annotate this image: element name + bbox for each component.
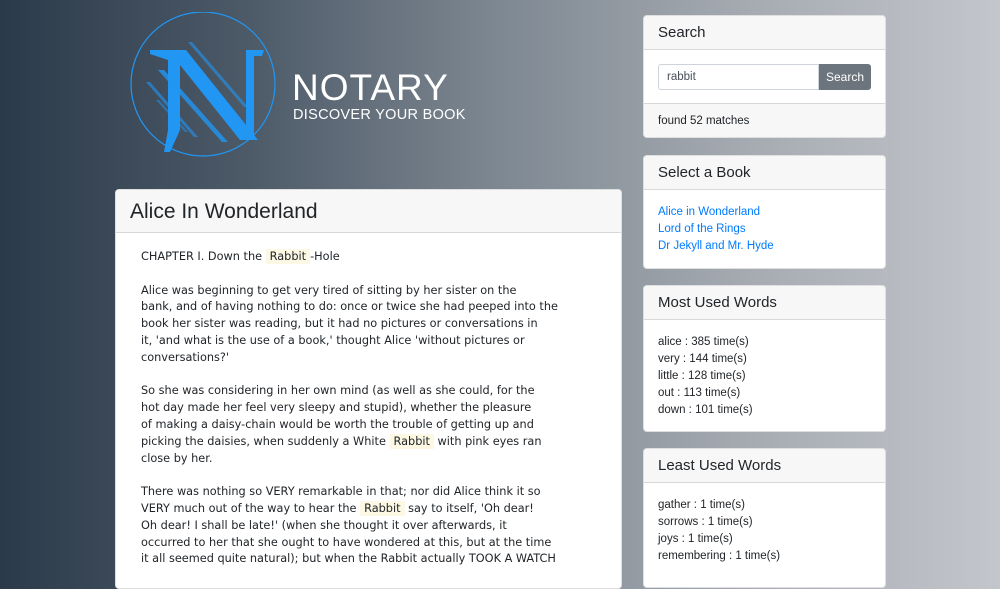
least-used-list: gather : 1 time(s) sorrows : 1 time(s) j… (644, 483, 885, 575)
book-text: CHAPTER I. Down the Rabbit -Hole Alice was… (116, 233, 621, 568)
word-item: little : 128 time(s) (658, 370, 746, 382)
word-item: out : 113 time(s) (658, 387, 741, 399)
search-header: Search (644, 16, 885, 50)
book-title: Alice In Wonderland (116, 190, 621, 233)
book-card: Alice In Wonderland CHAPTER I. Down the … (115, 189, 622, 589)
book-list: Alice in Wonderland Lord of the Rings Dr… (644, 190, 885, 265)
search-form: Search (644, 50, 885, 90)
word-item: gather : 1 time(s) (658, 499, 745, 511)
text-segment: -Hole (310, 250, 340, 263)
select-book-card: Select a Book Alice in Wonderland Lord o… (643, 155, 886, 269)
word-item: alice : 385 time(s) (658, 336, 749, 348)
least-used-header: Least Used Words (644, 449, 885, 483)
search-highlight: Rabbit (265, 249, 311, 264)
most-used-words-card: Most Used Words alice : 385 time(s) very… (643, 285, 886, 432)
search-highlight: Rabbit (360, 500, 405, 516)
book-link-jekyll[interactable]: Dr Jekyll and Mr. Hyde (658, 238, 871, 255)
book-paragraph: There was nothing so VERY remarkable in … (141, 484, 596, 568)
book-paragraph: So she was considering in her own mind (… (141, 383, 596, 467)
word-item: sorrows : 1 time(s) (658, 516, 753, 528)
most-used-list: alice : 385 time(s) very : 144 time(s) l… (644, 320, 885, 429)
book-link-alice[interactable]: Alice in Wonderland (658, 204, 871, 221)
most-used-header: Most Used Words (644, 286, 885, 320)
search-button[interactable]: Search (819, 64, 871, 90)
book-paragraph: Alice was beginning to get very tired of… (141, 283, 596, 367)
least-used-words-card: Least Used Words gather : 1 time(s) sorr… (643, 448, 886, 588)
search-highlight: Rabbit (389, 433, 434, 449)
book-paragraph: CHAPTER I. Down the Rabbit -Hole (141, 249, 596, 266)
brand-subtitle: DISCOVER YOUR BOOK (293, 107, 466, 123)
search-card: Search Search found 52 matches (643, 15, 886, 138)
book-link-lotr[interactable]: Lord of the Rings (658, 221, 871, 238)
brand-title: NOTARY (292, 67, 449, 108)
search-result-count: found 52 matches (644, 103, 885, 137)
word-item: remembering : 1 time(s) (658, 550, 781, 562)
word-item: down : 101 time(s) (658, 404, 753, 416)
search-input[interactable] (658, 64, 819, 90)
select-book-header: Select a Book (644, 156, 885, 190)
word-item: very : 144 time(s) (658, 353, 747, 365)
notary-logo-icon (130, 12, 276, 157)
word-item: joys : 1 time(s) (658, 533, 733, 545)
text-segment: Alice was beginning to get very tired of… (141, 283, 558, 364)
text-segment: CHAPTER I. Down the (141, 250, 266, 263)
notary-logo: NOTARY DISCOVER YOUR BOOK (128, 12, 488, 162)
